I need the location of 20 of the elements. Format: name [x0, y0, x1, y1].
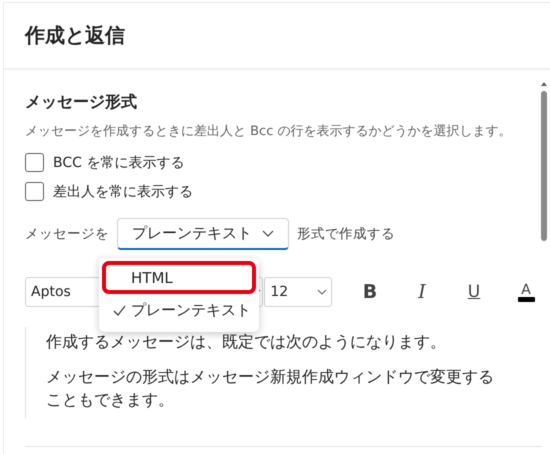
- dropdown-option[interactable]: HTML: [103, 262, 255, 293]
- checkbox[interactable]: [25, 153, 44, 172]
- chevron-down-icon: [262, 230, 274, 238]
- format-prefix: メッセージを: [25, 225, 109, 243]
- checkbox[interactable]: [25, 182, 44, 201]
- chevron-down-icon: [317, 289, 327, 295]
- font-color-button[interactable]: A: [502, 277, 550, 307]
- bold-button[interactable]: B: [346, 277, 394, 307]
- checkbox-label: 差出人を常に表示する: [53, 182, 193, 200]
- checkbox-label: BCC を常に表示する: [53, 154, 184, 172]
- scrollbar-thumb[interactable]: [541, 91, 547, 241]
- section-description: メッセージを作成するときに差出人と Bcc の行を表示するかどうかを選択します。: [25, 123, 512, 140]
- panel-title: 作成と返信: [4, 3, 550, 70]
- font-size-dropdown[interactable]: 12: [264, 277, 332, 307]
- underline-button[interactable]: U: [450, 277, 498, 307]
- format-dropdown[interactable]: プレーンテキスト: [117, 218, 289, 250]
- format-suffix: 形式で作成する: [297, 225, 395, 243]
- section-heading: メッセージ形式: [25, 92, 138, 113]
- scroll-up-icon[interactable]: [540, 81, 548, 87]
- italic-button[interactable]: I: [398, 277, 446, 307]
